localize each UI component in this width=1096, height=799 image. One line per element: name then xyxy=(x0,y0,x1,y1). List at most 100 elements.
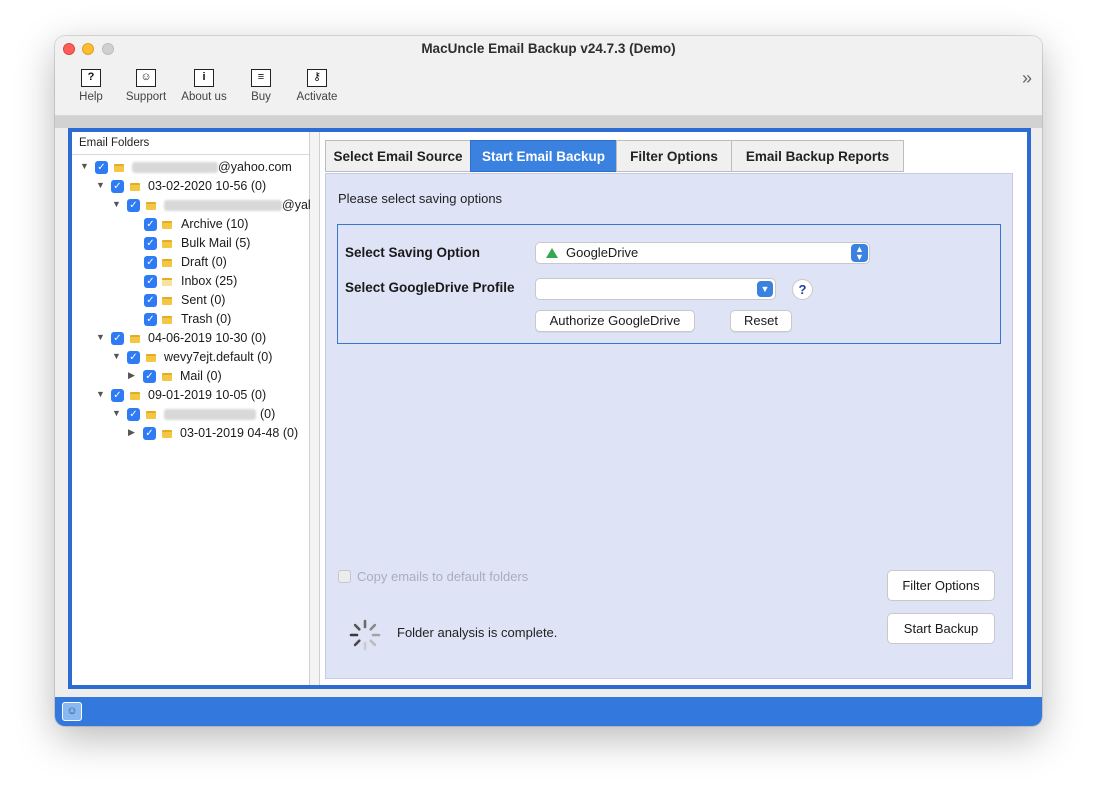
activate-label: Activate xyxy=(296,91,338,103)
expand-icon[interactable]: ▶ xyxy=(128,427,138,438)
checkbox-checked[interactable]: ✓ xyxy=(144,237,157,250)
about-us-label: About us xyxy=(181,91,227,103)
google-drive-icon xyxy=(546,248,558,258)
collapse-icon[interactable]: ▼ xyxy=(80,161,90,171)
folder-icon xyxy=(162,221,172,229)
folder-tree-header: Email Folders xyxy=(72,132,309,155)
tree-label: 03-02-2020 10-56 (0) xyxy=(148,179,267,193)
profile-help-button[interactable]: ? xyxy=(792,279,813,300)
tree-label: Sent (0) xyxy=(181,293,226,307)
authorize-googledrive-button[interactable]: Authorize GoogleDrive xyxy=(535,310,695,332)
folder-icon xyxy=(162,373,172,381)
profile-select[interactable]: ▼ xyxy=(535,278,776,300)
expand-icon[interactable]: ▶ xyxy=(128,370,138,381)
checkbox-checked[interactable]: ✓ xyxy=(127,351,140,364)
copy-default-folders-label: Copy emails to default folders xyxy=(357,569,529,584)
stepper-arrows-icon: ▲ ▼ xyxy=(851,244,868,262)
folder-icon xyxy=(130,392,140,400)
collapse-icon[interactable]: ▼ xyxy=(96,389,106,399)
tree-label: wevy7ejt.default (0) xyxy=(164,350,273,364)
activate-button[interactable]: ⚷ Activate xyxy=(285,69,349,103)
pane-splitter[interactable] xyxy=(310,132,320,685)
titlebar: MacUncle Email Backup v24.7.3 (Demo) ? H… xyxy=(55,36,1042,116)
folder-icon xyxy=(162,259,172,267)
redacted-text xyxy=(164,409,256,421)
checkbox-checked[interactable]: ✓ xyxy=(111,389,124,402)
folder-icon xyxy=(162,297,172,305)
checkbox-checked[interactable]: ✓ xyxy=(144,256,157,269)
checkbox-checked[interactable]: ✓ xyxy=(111,180,124,193)
tree-label: Inbox (25) xyxy=(181,274,238,288)
loading-spinner-icon xyxy=(349,619,381,651)
reset-button[interactable]: Reset xyxy=(730,310,792,332)
tree-label: 09-01-2019 10-05 (0) xyxy=(148,388,267,402)
copy-default-folders-checkbox[interactable] xyxy=(338,570,351,583)
window-title: MacUncle Email Backup v24.7.3 (Demo) xyxy=(421,41,676,56)
saving-option-label: Select Saving Option xyxy=(345,245,481,260)
redacted-text xyxy=(164,200,282,212)
tab-start-email-backup[interactable]: Start Email Backup xyxy=(470,140,617,172)
toolbar-separator xyxy=(55,116,1042,128)
collapse-icon[interactable]: ▼ xyxy=(112,351,122,361)
tree-label: @yal xyxy=(282,198,311,212)
about-us-button[interactable]: i About us xyxy=(172,69,236,103)
help-icon: ? xyxy=(81,69,101,87)
collapse-icon[interactable]: ▼ xyxy=(112,408,122,418)
checkbox-checked[interactable]: ✓ xyxy=(144,275,157,288)
checkbox-checked[interactable]: ✓ xyxy=(143,427,156,440)
tab-email-backup-reports[interactable]: Email Backup Reports xyxy=(731,140,904,172)
filter-options-button[interactable]: Filter Options xyxy=(887,570,995,601)
right-pane: Select Email Source Start Email Backup F… xyxy=(321,132,1027,685)
folder-icon xyxy=(162,430,172,438)
cart-icon: ≡ xyxy=(251,69,271,87)
status-message: Folder analysis is complete. xyxy=(397,625,558,640)
checkbox-checked[interactable]: ✓ xyxy=(127,408,140,421)
support-button[interactable]: ☺ Support xyxy=(114,69,178,103)
tree-label: Trash (0) xyxy=(181,312,232,326)
tab-filter-options[interactable]: Filter Options xyxy=(616,140,732,172)
tree-label: (0) xyxy=(260,407,276,421)
checkbox-checked[interactable]: ✓ xyxy=(144,313,157,326)
folder-icon xyxy=(130,183,140,191)
buy-label: Buy xyxy=(251,91,271,103)
checkbox-checked[interactable]: ✓ xyxy=(95,161,108,174)
tab-select-email-source[interactable]: Select Email Source xyxy=(325,140,471,172)
collapse-icon[interactable]: ▼ xyxy=(96,180,106,190)
tree-label: Draft (0) xyxy=(181,255,227,269)
folder-tree-pane: Email Folders ▼ ✓ @yahoo.com ▼ ✓ 03-02-2… xyxy=(72,132,311,685)
tree-label: Archive (10) xyxy=(181,217,249,231)
status-bar: ☺ xyxy=(55,697,1042,726)
app-window: MacUncle Email Backup v24.7.3 (Demo) ? H… xyxy=(55,36,1042,726)
finder-icon[interactable]: ☺ xyxy=(62,702,82,721)
saving-option-value: GoogleDrive xyxy=(566,245,639,260)
tab-content: Please select saving options Select Savi… xyxy=(325,173,1013,679)
checkbox-checked[interactable]: ✓ xyxy=(144,294,157,307)
chevron-down-icon: ▼ xyxy=(757,281,773,297)
tree-label: @yahoo.com xyxy=(218,160,292,174)
folder-icon xyxy=(162,240,172,248)
checkbox-checked[interactable]: ✓ xyxy=(144,218,157,231)
main-frame: Email Folders ▼ ✓ @yahoo.com ▼ ✓ 03-02-2… xyxy=(68,128,1031,689)
folder-icon xyxy=(162,278,172,286)
saving-options-prompt: Please select saving options xyxy=(338,191,503,206)
checkbox-checked[interactable]: ✓ xyxy=(127,199,140,212)
saving-option-select[interactable]: GoogleDrive ▲ ▼ xyxy=(535,242,870,264)
redacted-text xyxy=(132,162,218,174)
saving-options-group: Select Saving Option GoogleDrive ▲ ▼ Sele… xyxy=(337,224,1001,344)
info-icon: i xyxy=(194,69,214,87)
toolbar-overflow-icon[interactable]: » xyxy=(1022,68,1032,89)
folder-icon xyxy=(146,411,156,419)
collapse-icon[interactable]: ▼ xyxy=(96,332,106,342)
start-backup-button[interactable]: Start Backup xyxy=(887,613,995,644)
support-icon: ☺ xyxy=(136,69,156,87)
tree-label: 04-06-2019 10-30 (0) xyxy=(148,331,267,345)
buy-button[interactable]: ≡ Buy xyxy=(229,69,293,103)
checkbox-checked[interactable]: ✓ xyxy=(111,332,124,345)
checkbox-checked[interactable]: ✓ xyxy=(143,370,156,383)
key-icon: ⚷ xyxy=(307,69,327,87)
collapse-icon[interactable]: ▼ xyxy=(112,199,122,209)
tree-label: Bulk Mail (5) xyxy=(181,236,251,250)
profile-label: Select GoogleDrive Profile xyxy=(345,280,515,295)
support-label: Support xyxy=(125,91,167,103)
folder-icon xyxy=(130,335,140,343)
